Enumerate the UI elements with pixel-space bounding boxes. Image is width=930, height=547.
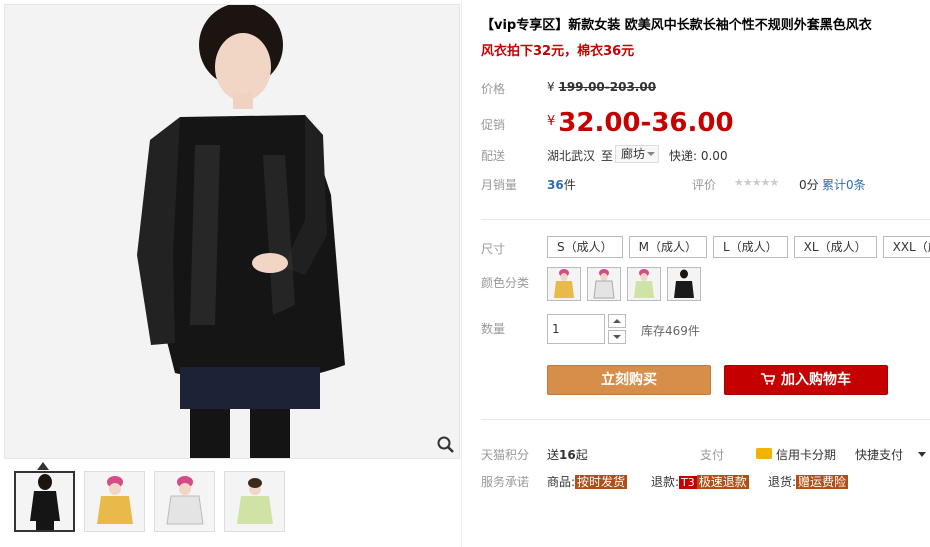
points-value: 16	[559, 448, 576, 462]
ship-to-value: 廊坊	[621, 147, 646, 161]
points-info: 送16起	[547, 446, 588, 463]
section-divider	[481, 219, 930, 220]
size-option-xl[interactable]: XL（成人）	[793, 236, 877, 258]
color-option-black[interactable]	[667, 267, 701, 301]
quantity-decrease-button[interactable]	[608, 330, 626, 344]
rating-label: 评价	[692, 178, 717, 192]
stock-count: 库存469件	[641, 324, 700, 338]
rating-stars-icon: ★★★★★	[734, 176, 779, 189]
ontime-ship-badge[interactable]: 按时发货	[575, 475, 628, 489]
shipping-insurance-badge[interactable]: 赠运费险	[796, 475, 849, 489]
service-label: 服务承诺	[481, 475, 530, 489]
points-label: 天猫积分	[481, 448, 530, 462]
original-price-value: 199.00-203.00	[558, 80, 657, 94]
color-option-white[interactable]	[587, 267, 621, 301]
product-subtitle: 风衣拍下32元，棉衣36元	[481, 44, 635, 59]
promo-price-value: 32.00-36.00	[558, 108, 734, 138]
currency-symbol: ¥	[547, 80, 555, 94]
service-refund-prefix: 退款:	[651, 475, 680, 489]
quantity-increase-button[interactable]	[608, 314, 626, 328]
t3-badge-icon: T3	[679, 476, 697, 489]
size-option-m[interactable]: M（成人）	[628, 236, 707, 258]
thumbnail-white[interactable]	[154, 471, 215, 532]
size-label: 尺寸	[481, 242, 506, 256]
credit-card-icon	[756, 448, 772, 459]
credit-card-installment[interactable]: 信用卡分期	[776, 446, 836, 463]
color-option-yellow[interactable]	[547, 267, 581, 301]
ship-to-select[interactable]: 廊坊	[615, 145, 659, 163]
cart-icon	[761, 373, 775, 385]
add-to-cart-button[interactable]: 加入购物车	[724, 365, 888, 395]
chevron-down-icon	[647, 152, 655, 156]
ship-from: 湖北武汉	[547, 149, 596, 163]
size-option-l[interactable]: L（成人）	[712, 236, 788, 258]
promo-label: 促销	[481, 118, 506, 132]
quantity-label: 数量	[481, 322, 506, 336]
service-return-prefix: 退货:	[768, 475, 797, 489]
monthly-sales-unit: 件	[563, 178, 576, 192]
quick-pay-toggle[interactable]: 快捷支付	[855, 446, 903, 463]
promo-currency-symbol: ¥	[547, 114, 556, 129]
fast-refund-badge[interactable]: 极速退款	[696, 475, 749, 489]
product-title: 【vip专享区】新款女装 欧美风中长款长袖个性不规则外套黑色风衣	[481, 18, 872, 33]
price-label: 价格	[481, 82, 506, 96]
column-divider	[461, 0, 462, 547]
service-return: 退货: 赠运费险	[768, 473, 849, 490]
zoom-icon[interactable]	[436, 435, 456, 455]
thumbnail-yellow[interactable]	[84, 471, 145, 532]
size-option-s[interactable]: S（成人）	[547, 236, 623, 258]
shipping-label: 配送	[481, 149, 506, 163]
thumbnail-green[interactable]	[224, 471, 285, 532]
thumbnail-pointer	[37, 462, 49, 470]
ship-to-label: 至	[601, 149, 614, 163]
points-prefix: 送	[547, 448, 560, 462]
points-suffix: 起	[575, 448, 588, 462]
color-options	[547, 267, 701, 301]
promo-price: ¥32.00-36.00	[547, 108, 734, 138]
rating-score: 0分	[799, 178, 819, 192]
review-count-link[interactable]: 累计0条	[822, 176, 866, 193]
section-divider-bottom	[481, 419, 930, 420]
color-option-green[interactable]	[627, 267, 661, 301]
add-to-cart-label: 加入购物车	[781, 372, 851, 388]
main-product-image[interactable]	[4, 4, 460, 459]
shipping-fee: 快递: 0.00	[669, 149, 728, 163]
service-refund: 退款: T3 极速退款	[651, 473, 749, 490]
chevron-down-icon[interactable]	[918, 452, 926, 457]
thumbnail-strip	[14, 471, 285, 532]
monthly-sales-count: 36	[547, 178, 564, 192]
size-options: S（成人） M（成人） L（成人） XL（成人） XXL（成人）	[547, 236, 930, 258]
quantity-input[interactable]	[547, 314, 605, 344]
size-option-xxl[interactable]: XXL（成人）	[882, 236, 930, 258]
monthly-sales: 36件	[547, 176, 576, 193]
original-price: ¥ 199.00-203.00	[547, 80, 656, 94]
color-label: 颜色分类	[481, 276, 530, 290]
service-goods: 商品: 按时发货	[547, 473, 628, 490]
payment-label: 支付	[700, 448, 725, 462]
service-goods-prefix: 商品:	[547, 475, 576, 489]
thumbnail-black[interactable]	[14, 471, 75, 532]
monthly-sales-label: 月销量	[481, 178, 518, 192]
buy-now-button[interactable]: 立刻购买	[547, 365, 711, 395]
